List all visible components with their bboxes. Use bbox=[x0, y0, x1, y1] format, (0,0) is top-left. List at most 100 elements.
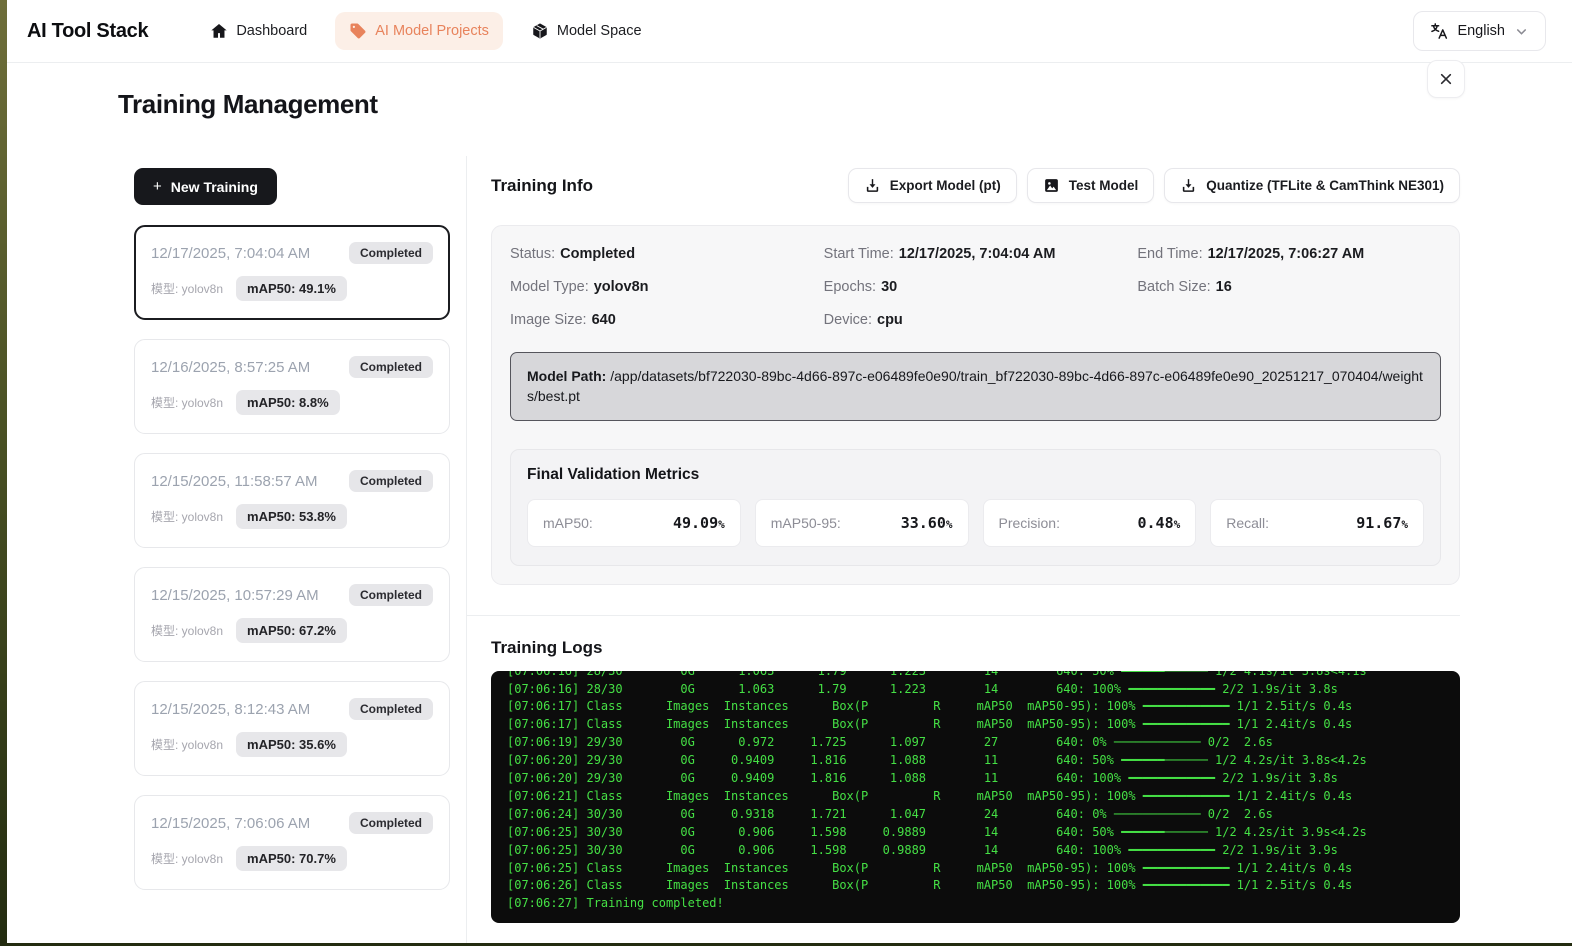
page-content: Training Management + New Training 12/17… bbox=[7, 63, 1572, 943]
field-status: Status:Completed bbox=[510, 246, 814, 262]
training-date: 12/17/2025, 7:04:04 AM bbox=[151, 245, 310, 262]
field-image-size: Image Size:640 bbox=[510, 312, 814, 328]
log-line: [07:06:17] Class Images Instances Box(P … bbox=[507, 698, 1444, 716]
training-card-1[interactable]: 12/17/2025, 7:04:04 AM Completed 模型: yol… bbox=[134, 225, 450, 320]
training-date: 12/15/2025, 11:58:57 AM bbox=[151, 473, 318, 490]
training-info-panel: Status:Completed Start Time:12/17/2025, … bbox=[491, 225, 1460, 585]
training-card-3[interactable]: 12/15/2025, 11:58:57 AM Completed 模型: yo… bbox=[134, 453, 450, 548]
training-card-4[interactable]: 12/15/2025, 10:57:29 AM Completed 模型: yo… bbox=[134, 567, 450, 662]
page-title: Training Management bbox=[118, 89, 1460, 120]
metric-recall: Recall: 91.67% bbox=[1210, 499, 1424, 547]
test-model-button[interactable]: Test Model bbox=[1027, 168, 1155, 203]
log-line: [07:06:25] Class Images Instances Box(P … bbox=[507, 860, 1444, 878]
log-line: [07:06:25] 30/30 0G 0.906 1.598 0.9889 1… bbox=[507, 842, 1444, 860]
model-label: 模型: yolov8n bbox=[151, 280, 223, 297]
model-label: 模型: yolov8n bbox=[151, 850, 223, 867]
nav-item-label: Model Space bbox=[557, 23, 642, 39]
language-label: English bbox=[1457, 23, 1505, 39]
tag-icon bbox=[349, 22, 367, 40]
export-model-button[interactable]: Export Model (pt) bbox=[848, 168, 1017, 203]
quantize-button[interactable]: Quantize (TFLite & CamThink NE301) bbox=[1164, 168, 1460, 203]
plus-icon: + bbox=[153, 178, 162, 195]
home-icon bbox=[210, 22, 228, 40]
training-card-5[interactable]: 12/15/2025, 8:12:43 AM Completed 模型: yol… bbox=[134, 681, 450, 776]
training-card-2[interactable]: 12/16/2025, 8:57:25 AM Completed 模型: yol… bbox=[134, 339, 450, 434]
download-icon bbox=[864, 177, 881, 194]
status-badge: Completed bbox=[349, 242, 433, 264]
map50-badge: mAP50: 8.8% bbox=[236, 390, 340, 415]
training-logs-terminal[interactable]: [07:06:16] 28/30 0G 1.063 1.79 1.223 14 … bbox=[491, 671, 1460, 923]
training-date: 12/15/2025, 10:57:29 AM bbox=[151, 587, 319, 604]
top-navbar: AI Tool Stack Dashboard AI Model Project… bbox=[7, 0, 1572, 63]
log-line: [07:06:20] 29/30 0G 0.9409 1.816 1.088 1… bbox=[507, 770, 1444, 788]
training-card-6[interactable]: 12/15/2025, 7:06:06 AM Completed 模型: yol… bbox=[134, 795, 450, 890]
nav-item-model-space[interactable]: Model Space bbox=[517, 12, 656, 50]
language-selector[interactable]: English bbox=[1413, 11, 1546, 51]
download-icon bbox=[1180, 177, 1197, 194]
nav-item-ai-model-projects[interactable]: AI Model Projects bbox=[335, 12, 503, 50]
export-model-label: Export Model (pt) bbox=[890, 178, 1001, 193]
close-button[interactable] bbox=[1427, 60, 1465, 98]
log-line: [07:06:16] 28/30 0G 1.063 1.79 1.223 14 … bbox=[507, 671, 1444, 681]
nav-menu: Dashboard AI Model Projects Model Space bbox=[196, 12, 655, 50]
image-icon bbox=[1043, 177, 1060, 194]
metric-map50-95: mAP50-95: 33.60% bbox=[755, 499, 969, 547]
metric-precision: Precision: 0.48% bbox=[983, 499, 1197, 547]
status-badge: Completed bbox=[349, 698, 433, 720]
status-badge: Completed bbox=[349, 584, 433, 606]
field-device: Device:cpu bbox=[824, 312, 1128, 328]
metrics-title: Final Validation Metrics bbox=[527, 466, 1424, 484]
log-line: [07:06:17] Class Images Instances Box(P … bbox=[507, 716, 1444, 734]
map50-badge: mAP50: 53.8% bbox=[236, 504, 347, 529]
training-date: 12/15/2025, 8:12:43 AM bbox=[151, 701, 310, 718]
map50-badge: mAP50: 67.2% bbox=[236, 618, 347, 643]
map50-badge: mAP50: 35.6% bbox=[236, 732, 347, 757]
chevron-down-icon bbox=[1514, 24, 1529, 39]
field-start-time: Start Time:12/17/2025, 7:04:04 AM bbox=[824, 246, 1128, 262]
model-path-value: /app/datasets/bf722030-89bc-4d66-897c-e0… bbox=[527, 368, 1423, 404]
test-model-label: Test Model bbox=[1069, 178, 1139, 193]
field-model-type: Model Type:yolov8n bbox=[510, 279, 814, 295]
training-info-grid: Status:Completed Start Time:12/17/2025, … bbox=[510, 246, 1441, 334]
model-path-box: Model Path: /app/datasets/bf722030-89bc-… bbox=[510, 352, 1441, 421]
log-line: [07:06:25] 30/30 0G 0.906 1.598 0.9889 1… bbox=[507, 824, 1444, 842]
nav-item-label: AI Model Projects bbox=[375, 23, 489, 39]
model-label: 模型: yolov8n bbox=[151, 508, 223, 525]
training-detail-panel: Training Info Export Model (pt) bbox=[467, 156, 1460, 943]
log-line: [07:06:20] 29/30 0G 0.9409 1.816 1.088 1… bbox=[507, 752, 1444, 770]
new-training-button[interactable]: + New Training bbox=[134, 168, 277, 205]
map50-badge: mAP50: 49.1% bbox=[236, 276, 347, 301]
training-date: 12/15/2025, 7:06:06 AM bbox=[151, 815, 310, 832]
model-label: 模型: yolov8n bbox=[151, 622, 223, 639]
field-end-time: End Time:12/17/2025, 7:06:27 AM bbox=[1137, 246, 1441, 262]
new-training-label: New Training bbox=[171, 179, 258, 195]
final-validation-metrics-panel: Final Validation Metrics mAP50: 49.09% m… bbox=[510, 449, 1441, 566]
log-line: [07:06:26] Class Images Instances Box(P … bbox=[507, 877, 1444, 895]
field-batch-size: Batch Size:16 bbox=[1137, 279, 1441, 295]
close-icon bbox=[1438, 71, 1454, 87]
training-list-panel: + New Training 12/17/2025, 7:04:04 AM Co… bbox=[118, 156, 467, 943]
log-line: [07:06:21] Class Images Instances Box(P … bbox=[507, 788, 1444, 806]
log-line: [07:06:19] 29/30 0G 0.972 1.725 1.097 27… bbox=[507, 734, 1444, 752]
nav-item-label: Dashboard bbox=[236, 23, 307, 39]
log-line: [07:06:27] Training completed! bbox=[507, 895, 1444, 913]
model-path-label: Model Path: bbox=[527, 368, 606, 384]
log-line: [07:06:24] 30/30 0G 0.9318 1.721 1.047 2… bbox=[507, 806, 1444, 824]
training-info-title: Training Info bbox=[491, 176, 593, 196]
map50-badge: mAP50: 70.7% bbox=[236, 846, 347, 871]
training-logs-title: Training Logs bbox=[491, 638, 1460, 658]
status-badge: Completed bbox=[349, 356, 433, 378]
training-logs-section: Training Logs [07:06:16] 28/30 0G 1.063 … bbox=[467, 615, 1460, 923]
main-window: AI Tool Stack Dashboard AI Model Project… bbox=[7, 0, 1572, 943]
nav-item-dashboard[interactable]: Dashboard bbox=[196, 12, 321, 50]
package-icon bbox=[531, 22, 549, 40]
model-label: 模型: yolov8n bbox=[151, 736, 223, 753]
status-badge: Completed bbox=[349, 812, 433, 834]
log-line: [07:06:16] 28/30 0G 1.063 1.79 1.223 14 … bbox=[507, 681, 1444, 699]
translate-icon bbox=[1430, 22, 1448, 40]
metric-map50: mAP50: 49.09% bbox=[527, 499, 741, 547]
quantize-label: Quantize (TFLite & CamThink NE301) bbox=[1206, 178, 1444, 193]
training-date: 12/16/2025, 8:57:25 AM bbox=[151, 359, 310, 376]
app-brand: AI Tool Stack bbox=[27, 20, 148, 43]
field-epochs: Epochs:30 bbox=[824, 279, 1128, 295]
